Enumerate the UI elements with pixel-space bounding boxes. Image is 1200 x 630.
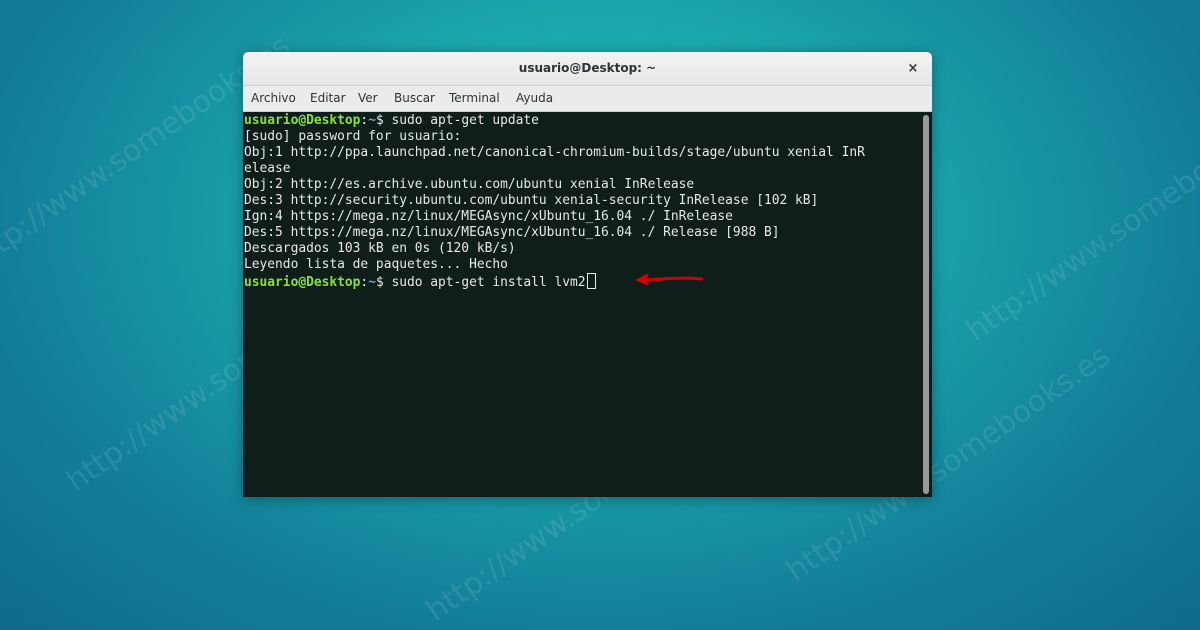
output-line: Descargados 103 kB en 0s (120 kB/s): [244, 241, 516, 256]
prompt-symbol: $: [375, 275, 392, 290]
output-line: [sudo] password for usuario:: [244, 129, 462, 144]
prompt-symbol: $: [375, 113, 392, 128]
command-input[interactable]: sudo apt-get install lvm2: [391, 275, 585, 290]
command-text: sudo apt-get update: [391, 113, 539, 128]
watermark-text: http://www.somebooks.es: [960, 98, 1200, 349]
title-bar[interactable]: usuario@Desktop: ~ ×: [243, 52, 932, 86]
output-line: Obj:2 http://es.archive.ubuntu.com/ubunt…: [244, 177, 695, 192]
menu-archivo[interactable]: Archivo: [251, 91, 296, 105]
prompt-line: usuario@Desktop:~$ sudo apt-get install …: [244, 273, 596, 291]
menu-ayuda[interactable]: Ayuda: [516, 91, 553, 105]
close-button[interactable]: ×: [902, 58, 924, 80]
output-line: Leyendo lista de paquetes... Hecho: [244, 257, 508, 272]
text-cursor: [586, 273, 596, 289]
terminal-window: usuario@Desktop: ~ × Archivo Editar Ver …: [243, 52, 932, 497]
vertical-scrollbar[interactable]: [920, 112, 932, 497]
menu-bar: Archivo Editar Ver Buscar Terminal Ayuda: [243, 86, 932, 112]
prompt-user: usuario@Desktop: [244, 275, 361, 290]
prompt-path: ~: [368, 275, 376, 290]
output-line: Ign:4 https://mega.nz/linux/MEGAsync/xUb…: [244, 209, 733, 224]
prompt-path: ~: [368, 113, 376, 128]
menu-buscar[interactable]: Buscar: [394, 91, 435, 105]
scrollbar-thumb[interactable]: [923, 115, 929, 494]
output-line: Des:5 https://mega.nz/linux/MEGAsync/xUb…: [244, 225, 780, 240]
output-line: Obj:1 http://ppa.launchpad.net/canonical…: [244, 145, 865, 160]
output-line: Des:3 http://security.ubuntu.com/ubuntu …: [244, 193, 819, 208]
window-title: usuario@Desktop: ~: [518, 61, 657, 75]
menu-ver[interactable]: Ver: [358, 91, 378, 105]
menu-terminal[interactable]: Terminal: [449, 91, 500, 105]
red-arrow-icon: [635, 273, 704, 286]
menu-editar[interactable]: Editar: [310, 91, 346, 105]
output-line: elease: [244, 161, 291, 176]
prompt-line: usuario@Desktop:~$ sudo apt-get update: [244, 113, 539, 128]
terminal-area[interactable]: usuario@Desktop:~$ sudo apt-get update […: [243, 112, 920, 497]
prompt-user: usuario@Desktop: [244, 113, 361, 128]
